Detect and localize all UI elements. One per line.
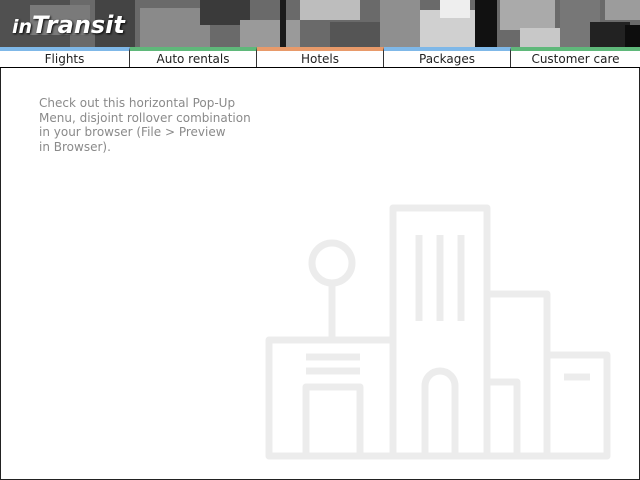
intro-line: in your browser (File > Preview [39, 125, 226, 139]
nav-item-packages[interactable]: Packages [384, 47, 511, 67]
nav-item-customer-care[interactable]: Customer care [511, 47, 640, 67]
nav-item-auto-rentals[interactable]: Auto rentals [130, 47, 257, 67]
header-banner: inTransit [0, 0, 640, 47]
intro-text: Check out this horizontal Pop-Up Menu, d… [39, 96, 279, 154]
brand-logo[interactable]: inTransit [12, 11, 125, 39]
intro-line: Menu, disjoint rollover combination [39, 110, 251, 125]
brand-name: Transit [32, 11, 125, 39]
intro-line: Check out this horizontal Pop-Up [39, 96, 236, 110]
city-buildings-icon [265, 204, 611, 460]
intro-line: in Browser). [39, 139, 111, 154]
main-nav: Flights Auto rentals Hotels Packages Cus… [0, 47, 640, 68]
brand-prefix: in [12, 16, 33, 38]
nav-item-flights[interactable]: Flights [0, 47, 130, 67]
nav-item-hotels[interactable]: Hotels [257, 47, 384, 67]
